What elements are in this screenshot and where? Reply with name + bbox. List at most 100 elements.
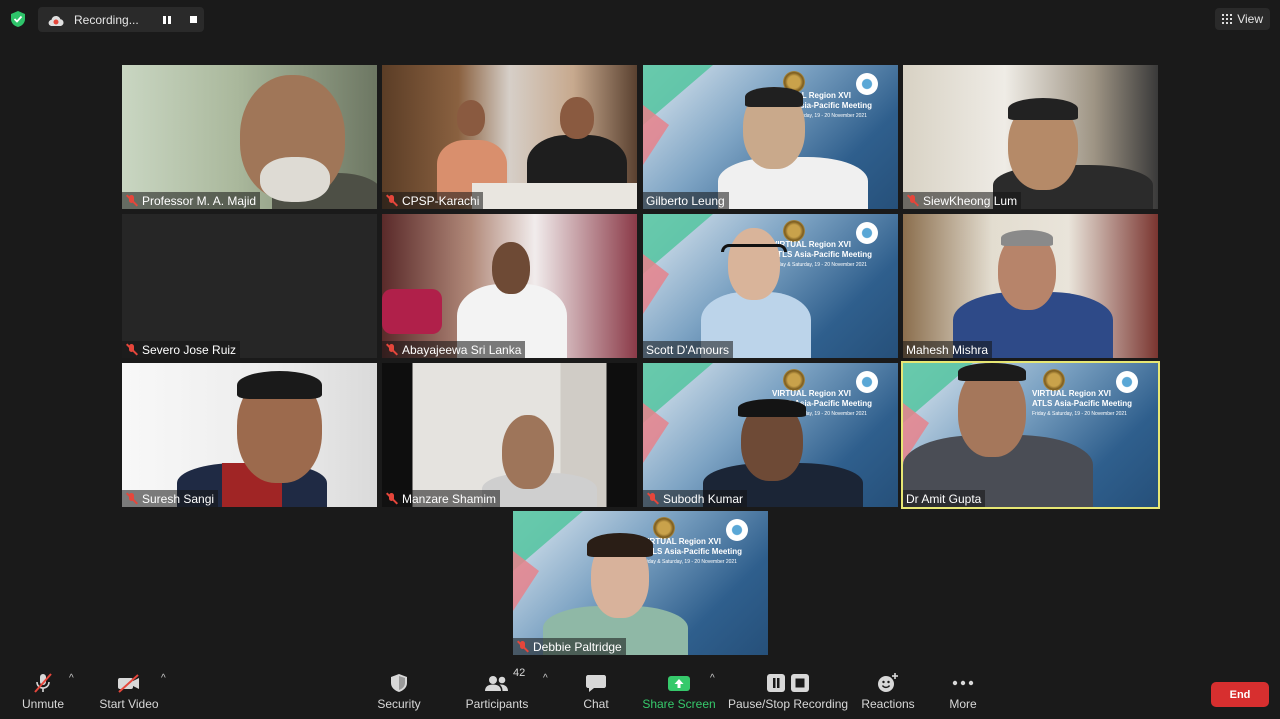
atls-banner-text: VIRTUAL Region XVI ATLS Asia-Pacific Mee… xyxy=(772,240,873,268)
video-off-icon xyxy=(116,669,142,697)
muted-mic-icon xyxy=(906,194,920,207)
participants-count: 42 xyxy=(513,667,526,679)
participant-tile[interactable]: Suresh Sangi xyxy=(122,363,377,507)
college-seal-icon xyxy=(783,369,805,391)
share-screen-icon xyxy=(667,669,691,697)
participant-name: Dr Amit Gupta xyxy=(906,491,982,506)
atls-banner-text: VIRTUAL Region XVI ATLS Asia-Pacific Mee… xyxy=(1032,389,1133,417)
pause-stop-icon xyxy=(766,669,810,697)
stop-recording-button[interactable] xyxy=(182,9,204,31)
security-button[interactable]: Security xyxy=(374,669,424,719)
muted-mic-icon xyxy=(385,194,399,207)
muted-mic-icon xyxy=(125,343,139,356)
participant-tile[interactable]: Severo Jose Ruiz xyxy=(122,214,377,358)
participant-tile-active-speaker[interactable]: VIRTUAL Region XVI ATLS Asia-Pacific Mee… xyxy=(901,361,1160,509)
atls-banner-text: VIRTUAL Region XVI ATLS Asia-Pacific Mee… xyxy=(642,537,743,565)
participant-name: Abayajeewa Sri Lanka xyxy=(402,342,522,357)
participant-name: Severo Jose Ruiz xyxy=(142,342,237,357)
grid-view-icon xyxy=(1222,14,1233,24)
security-label: Security xyxy=(377,697,421,711)
unmute-button[interactable]: Unmute xyxy=(18,669,68,719)
video-off-placeholder xyxy=(122,214,377,358)
participant-name-bar: Subodh Kumar xyxy=(643,490,748,507)
cloud-recording-icon xyxy=(48,14,64,26)
end-meeting-button[interactable]: End xyxy=(1211,682,1269,707)
stop-icon xyxy=(189,16,197,23)
participant-name: Gilberto Leung xyxy=(646,193,725,208)
participant-tile[interactable]: Abayajeewa Sri Lanka xyxy=(382,214,637,358)
reactions-label: Reactions xyxy=(861,697,915,711)
participant-tile[interactable]: VIRTUAL Region XVI ATLS Asia-Pacific Mee… xyxy=(643,65,898,209)
participant-tile[interactable]: VIRTUAL Region XVI ATLS Asia-Pacific Mee… xyxy=(643,214,898,358)
end-label: End xyxy=(1229,688,1251,701)
participant-name-bar: Gilberto Leung xyxy=(643,192,729,209)
participant-name: Suresh Sangi xyxy=(142,491,215,506)
participant-name: Scott D'Amours xyxy=(646,342,729,357)
view-button[interactable]: View xyxy=(1215,8,1270,30)
chat-label: Chat xyxy=(583,697,609,711)
security-shield-icon[interactable] xyxy=(10,10,26,28)
recording-indicator: Recording... xyxy=(38,7,204,32)
muted-microphone-icon xyxy=(32,669,54,697)
muted-mic-icon xyxy=(125,492,139,505)
participant-name-bar: Mahesh Mishra xyxy=(903,341,993,358)
muted-mic-icon xyxy=(516,640,530,653)
participant-tile[interactable]: Professor M. A. Majid xyxy=(122,65,377,209)
more-label: More xyxy=(949,697,977,711)
muted-mic-icon xyxy=(385,492,399,505)
participant-tile[interactable]: VIRTUAL Region XVI ATLS Asia-Pacific Mee… xyxy=(643,363,898,507)
share-options-chevron-icon[interactable]: ^ xyxy=(710,674,718,684)
participant-name-bar: Abayajeewa Sri Lanka xyxy=(382,341,526,358)
participant-tile[interactable]: VIRTUAL Region XVI ATLS Asia-Pacific Mee… xyxy=(513,511,768,655)
shield-icon xyxy=(390,669,408,697)
pause-recording-button[interactable] xyxy=(156,9,178,31)
participant-tile[interactable]: Mahesh Mishra xyxy=(903,214,1158,358)
participants-button[interactable]: 42 Participants xyxy=(465,667,529,719)
video-options-chevron-icon[interactable]: ^ xyxy=(161,674,169,684)
audio-options-chevron-icon[interactable]: ^ xyxy=(69,674,77,684)
participant-name-bar: SiewKheong Lum xyxy=(903,192,1022,209)
participant-name: Subodh Kumar xyxy=(663,491,744,506)
participants-icon xyxy=(484,669,510,697)
participant-name-bar: Professor M. A. Majid xyxy=(122,192,261,209)
pause-stop-recording-label: Pause/Stop Recording xyxy=(727,697,849,711)
participant-name-bar: Scott D'Amours xyxy=(643,341,733,358)
participant-name: Debbie Paltridge xyxy=(533,639,622,654)
participant-tile[interactable]: Manzare Shamim xyxy=(382,363,637,507)
participant-name-bar: Dr Amit Gupta xyxy=(903,490,986,507)
muted-mic-icon xyxy=(125,194,139,207)
recording-label: Recording... xyxy=(74,12,139,27)
participant-name: CPSP-Karachi xyxy=(402,193,480,208)
college-seal-icon xyxy=(653,517,675,539)
participant-name-bar: Manzare Shamim xyxy=(382,490,501,507)
meeting-toolbar: Unmute ^ Start Video ^ Security 42 Parti… xyxy=(0,667,1280,719)
pause-icon xyxy=(163,15,171,24)
more-dots-icon xyxy=(952,669,974,697)
start-video-label: Start Video xyxy=(99,697,159,711)
participant-name-bar: Debbie Paltridge xyxy=(513,638,626,655)
share-screen-label: Share Screen xyxy=(642,697,716,711)
start-video-button[interactable]: Start Video xyxy=(98,669,160,719)
muted-mic-icon xyxy=(646,492,660,505)
participants-label: Participants xyxy=(465,697,529,711)
participant-name: Professor M. A. Majid xyxy=(142,193,257,208)
participants-options-chevron-icon[interactable]: ^ xyxy=(543,674,551,684)
participant-name-bar: Severo Jose Ruiz xyxy=(122,341,241,358)
view-label: View xyxy=(1237,12,1263,26)
more-button[interactable]: More xyxy=(943,669,983,719)
pause-stop-recording-button[interactable]: Pause/Stop Recording xyxy=(727,669,849,719)
participant-tile[interactable]: SiewKheong Lum xyxy=(903,65,1158,209)
participant-name: SiewKheong Lum xyxy=(923,193,1018,208)
smiley-plus-icon xyxy=(876,669,900,697)
share-screen-button[interactable]: Share Screen xyxy=(642,669,716,719)
chat-bubble-icon xyxy=(585,669,607,697)
college-seal-icon xyxy=(1043,369,1065,391)
participant-name: Manzare Shamim xyxy=(402,491,497,506)
chat-button[interactable]: Chat xyxy=(576,669,616,719)
participant-tile[interactable]: CPSP-Karachi xyxy=(382,65,637,209)
participant-name: Mahesh Mishra xyxy=(906,342,989,357)
participant-name-bar: CPSP-Karachi xyxy=(382,192,484,209)
reactions-button[interactable]: Reactions xyxy=(860,669,916,719)
muted-mic-icon xyxy=(385,343,399,356)
participant-name-bar: Suresh Sangi xyxy=(122,490,219,507)
